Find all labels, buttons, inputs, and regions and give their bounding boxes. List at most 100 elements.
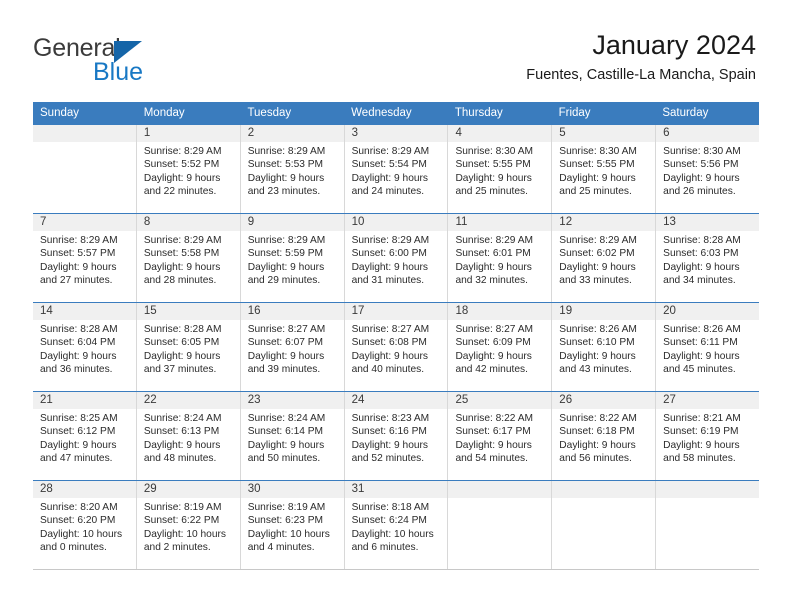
calendar-day-cell[interactable]: 20 Sunrise: 8:26 AM Sunset: 6:11 PM Dayligh… xyxy=(656,303,760,391)
daylight-text: Daylight: 9 hours xyxy=(663,172,740,184)
calendar-day-cell[interactable]: 8 Sunrise: 8:29 AM Sunset: 5:58 PM Daylight… xyxy=(136,214,241,302)
daylight-text: Daylight: 9 hours xyxy=(143,261,221,273)
daylight-text-cont: and 43 minutes. xyxy=(559,364,632,376)
calendar-day-cell[interactable]: 12 Sunrise: 8:29 AM Sunset: 6:02 PM Dayligh… xyxy=(552,214,657,302)
calendar-day-cell[interactable]: 3 Sunrise: 8:29 AM Sunset: 5:54 PM Daylight… xyxy=(344,125,449,213)
daylight-text-cont: and 37 minutes. xyxy=(143,364,217,376)
daylight-text-cont: and 54 minutes. xyxy=(455,453,528,465)
calendar-day-cell[interactable]: 19 Sunrise: 8:26 AM Sunset: 6:10 PM Dayligh… xyxy=(552,303,657,391)
day-details: Sunrise: 8:24 AM Sunset: 6:14 PM Daylight:… xyxy=(241,409,344,466)
title-block: January 2024 Fuentes, Castille-La Mancha… xyxy=(526,30,756,84)
calendar-day-cell[interactable]: 18 Sunrise: 8:27 AM Sunset: 6:09 PM Dayligh… xyxy=(448,303,553,391)
sunrise-text: Sunrise: 8:29 AM xyxy=(559,235,637,246)
day-details: Sunrise: 8:29 AM Sunset: 5:57 PM Daylight:… xyxy=(33,231,136,288)
daylight-text: Daylight: 9 hours xyxy=(455,439,532,451)
sunset-text: Sunset: 5:56 PM xyxy=(663,159,739,171)
sunrise-text: Sunrise: 8:28 AM xyxy=(663,235,741,246)
calendar-day-cell[interactable]: 26 Sunrise: 8:22 AM Sunset: 6:18 PM Dayligh… xyxy=(552,392,657,480)
day-number: 27 xyxy=(656,392,760,409)
day-number: 21 xyxy=(33,392,136,409)
daylight-text-cont: and 22 minutes. xyxy=(143,186,217,198)
calendar-week-row: 14 Sunrise: 8:28 AM Sunset: 6:04 PM Dayligh… xyxy=(33,302,760,391)
calendar-day-cell[interactable]: 22 Sunrise: 8:24 AM Sunset: 6:13 PM Dayligh… xyxy=(136,392,241,480)
sunset-text: Sunset: 6:09 PM xyxy=(455,337,531,349)
daylight-text-cont: and 47 minutes. xyxy=(40,453,113,465)
daylight-text: Daylight: 9 hours xyxy=(455,350,532,362)
sunset-text: Sunset: 5:55 PM xyxy=(559,159,635,171)
calendar-day-cell-empty xyxy=(656,481,760,569)
daylight-text: Daylight: 9 hours xyxy=(663,350,740,362)
calendar-day-cell[interactable]: 1 Sunrise: 8:29 AM Sunset: 5:52 PM Daylight… xyxy=(136,125,241,213)
calendar-day-cell[interactable]: 24 Sunrise: 8:23 AM Sunset: 6:16 PM Dayligh… xyxy=(344,392,449,480)
daylight-text-cont: and 34 minutes. xyxy=(663,275,736,287)
calendar-day-cell[interactable]: 4 Sunrise: 8:30 AM Sunset: 5:55 PM Daylight… xyxy=(448,125,553,213)
day-number: 2 xyxy=(240,125,344,142)
day-number: 28 xyxy=(33,481,136,498)
day-details: Sunrise: 8:19 AM Sunset: 6:22 PM Daylight:… xyxy=(137,498,240,555)
calendar-day-cell[interactable]: 29 Sunrise: 8:19 AM Sunset: 6:22 PM Dayligh… xyxy=(136,481,241,569)
day-details: Sunrise: 8:26 AM Sunset: 6:10 PM Daylight:… xyxy=(552,320,655,377)
sunrise-text: Sunrise: 8:29 AM xyxy=(351,235,430,246)
sunrise-text: Sunrise: 8:26 AM xyxy=(559,324,637,335)
sunset-text: Sunset: 6:10 PM xyxy=(559,337,635,349)
day-details: Sunrise: 8:29 AM Sunset: 5:54 PM Daylight:… xyxy=(345,142,448,199)
daylight-text-cont: and 2 minutes. xyxy=(143,542,211,554)
day-details: Sunrise: 8:29 AM Sunset: 5:58 PM Daylight:… xyxy=(137,231,240,288)
calendar-week-row: 1 Sunrise: 8:29 AM Sunset: 5:52 PM Daylight… xyxy=(33,124,760,213)
sunrise-text: Sunrise: 8:29 AM xyxy=(351,146,430,157)
weekday-header-sunday: Sunday xyxy=(40,107,80,119)
weekday-header-thursday: Thursday xyxy=(454,107,503,119)
day-number: 20 xyxy=(656,303,760,320)
day-number: 3 xyxy=(344,125,448,142)
sunset-text: Sunset: 6:24 PM xyxy=(351,515,427,527)
day-number: 5 xyxy=(552,125,656,142)
calendar-day-cell[interactable]: 25 Sunrise: 8:22 AM Sunset: 6:17 PM Dayligh… xyxy=(448,392,553,480)
daylight-text-cont: and 28 minutes. xyxy=(143,275,217,287)
calendar-day-cell[interactable]: 14 Sunrise: 8:28 AM Sunset: 6:04 PM Dayligh… xyxy=(33,303,137,391)
sunrise-text: Sunrise: 8:18 AM xyxy=(351,502,430,513)
daylight-text-cont: and 31 minutes. xyxy=(351,275,425,287)
calendar-day-cell[interactable]: 13 Sunrise: 8:28 AM Sunset: 6:03 PM Dayligh… xyxy=(656,214,760,302)
calendar-day-cell[interactable]: 15 Sunrise: 8:28 AM Sunset: 6:05 PM Dayligh… xyxy=(136,303,241,391)
calendar-day-cell[interactable]: 2 Sunrise: 8:29 AM Sunset: 5:53 PM Daylight… xyxy=(240,125,345,213)
sunset-text: Sunset: 6:12 PM xyxy=(40,426,116,438)
calendar-day-cell[interactable]: 10 Sunrise: 8:29 AM Sunset: 6:00 PM Dayligh… xyxy=(344,214,449,302)
sunset-text: Sunset: 6:22 PM xyxy=(143,515,220,527)
daylight-text: Daylight: 9 hours xyxy=(455,172,532,184)
calendar-day-cell[interactable]: 23 Sunrise: 8:24 AM Sunset: 6:14 PM Dayligh… xyxy=(240,392,345,480)
weekday-header-wednesday: Wednesday xyxy=(351,107,412,119)
calendar-day-cell[interactable]: 6 Sunrise: 8:30 AM Sunset: 5:56 PM Daylight… xyxy=(656,125,760,213)
sunrise-text: Sunrise: 8:22 AM xyxy=(455,413,534,424)
calendar-day-cell[interactable]: 30 Sunrise: 8:19 AM Sunset: 6:23 PM Dayligh… xyxy=(240,481,345,569)
calendar-day-cell[interactable]: 21 Sunrise: 8:25 AM Sunset: 6:12 PM Dayligh… xyxy=(33,392,137,480)
calendar-day-cell[interactable]: 16 Sunrise: 8:27 AM Sunset: 6:07 PM Dayligh… xyxy=(240,303,345,391)
daylight-text: Daylight: 9 hours xyxy=(247,439,325,451)
day-number: 22 xyxy=(136,392,240,409)
general-blue-logo[interactable]: General Blue xyxy=(33,36,263,92)
day-number: 17 xyxy=(344,303,448,320)
calendar-day-cell[interactable]: 7 Sunrise: 8:29 AM Sunset: 5:57 PM Daylight… xyxy=(33,214,137,302)
day-number: 16 xyxy=(240,303,344,320)
calendar-day-cell[interactable]: 28 Sunrise: 8:20 AM Sunset: 6:20 PM Dayligh… xyxy=(33,481,137,569)
daylight-text: Daylight: 9 hours xyxy=(143,439,221,451)
daylight-text: Daylight: 9 hours xyxy=(351,261,429,273)
weekday-header-tuesday: Tuesday xyxy=(247,107,292,119)
day-details: Sunrise: 8:29 AM Sunset: 5:52 PM Daylight:… xyxy=(137,142,240,199)
calendar-grid: Sunday Monday Tuesday Wednesday Thursday Frid… xyxy=(33,102,760,570)
day-number: 7 xyxy=(33,214,136,231)
calendar-day-cell[interactable]: 11 Sunrise: 8:29 AM Sunset: 6:01 PM Dayligh… xyxy=(448,214,553,302)
day-details: Sunrise: 8:30 AM Sunset: 5:56 PM Daylight:… xyxy=(656,142,759,199)
sunset-text: Sunset: 5:52 PM xyxy=(143,159,220,171)
calendar-day-cell[interactable]: 31 Sunrise: 8:18 AM Sunset: 6:24 PM Dayligh… xyxy=(344,481,449,569)
day-number: 10 xyxy=(344,214,448,231)
calendar-day-cell[interactable]: 5 Sunrise: 8:30 AM Sunset: 5:55 PM Daylight… xyxy=(552,125,657,213)
daylight-text: Daylight: 9 hours xyxy=(40,350,117,362)
calendar-day-cell[interactable]: 27 Sunrise: 8:21 AM Sunset: 6:19 PM Dayligh… xyxy=(656,392,760,480)
daylight-text: Daylight: 9 hours xyxy=(40,261,117,273)
day-details: Sunrise: 8:20 AM Sunset: 6:20 PM Daylight:… xyxy=(33,498,136,555)
calendar-day-cell[interactable]: 9 Sunrise: 8:29 AM Sunset: 5:59 PM Daylight… xyxy=(240,214,345,302)
calendar-day-cell[interactable]: 17 Sunrise: 8:27 AM Sunset: 6:08 PM Dayligh… xyxy=(344,303,449,391)
daylight-text-cont: and 4 minutes. xyxy=(247,542,315,554)
daylight-text: Daylight: 9 hours xyxy=(143,350,221,362)
sunrise-text: Sunrise: 8:25 AM xyxy=(40,413,118,424)
